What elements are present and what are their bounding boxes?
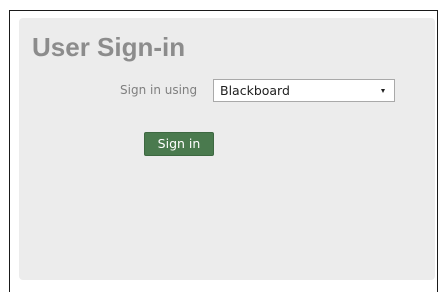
sign-in-method-select[interactable]: Blackboard bbox=[213, 79, 395, 102]
sign-in-method-label: Sign in using bbox=[120, 83, 198, 97]
sign-in-panel: User Sign-in Sign in using Blackboard Si… bbox=[19, 18, 435, 280]
chevron-down-icon bbox=[381, 89, 385, 93]
sign-in-method-value: Blackboard bbox=[220, 83, 290, 98]
page-title: User Sign-in bbox=[32, 32, 186, 62]
sign-in-button[interactable]: Sign in bbox=[144, 132, 214, 156]
